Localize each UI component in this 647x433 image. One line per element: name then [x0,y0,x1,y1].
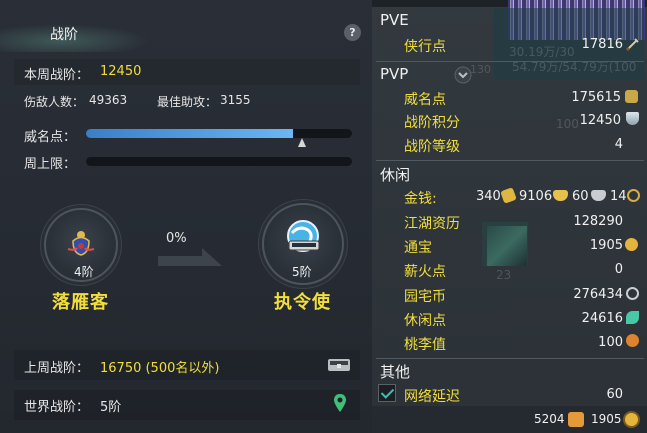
next-rank-level: 5阶 [292,265,312,279]
tongbao-label: 通宝 [404,240,432,256]
tongbao-coin-icon [623,411,640,428]
leaf-icon [626,311,639,324]
assist-label: 最佳助攻： [157,95,218,109]
current-rank-name: 落雁客 [52,292,109,313]
prestige-progress-fill [86,129,294,138]
next-rank-name: 执令使 [274,292,331,313]
footer-right-value: 1905 [591,412,622,426]
assist-value: 3155 [220,93,251,107]
world-rank-label: 世界战阶： [24,400,90,415]
coin-icon [627,189,640,202]
token-hand-icon [568,412,584,427]
prestige-points-value: 175615 [571,90,621,105]
rank-score-value: 12450 [579,113,621,128]
money-gold: 9106 [519,189,553,204]
rank-score-label: 战阶积分 [404,115,460,131]
currency-tooltip-panel: PVE 30.19万/30 54.79万/54.79万(100 侠行点 1781… [372,0,647,433]
promotion-arrow-icon [158,248,222,266]
kills-label: 伤敌人数： [24,95,85,109]
prestige-cap-marker [298,138,306,147]
kills-value: 49363 [89,93,128,107]
weekly-cap-bar [86,157,352,166]
footer-left-value: 5204 [534,412,565,426]
current-rank-level: 4阶 [74,265,94,279]
this-week-label: 本周战阶： [24,68,90,83]
pve-section-title: PVE [380,11,409,29]
rank-level-label: 战阶等级 [404,139,460,155]
gold-ingot-icon [500,187,517,204]
homestead-coin-label: 园宅币 [404,289,446,305]
last-week-label: 上周战阶： [24,361,90,376]
panel-header: 战阶 ? [0,14,372,52]
reputation-value: 128290 [573,214,623,229]
gourd-icon [626,334,639,347]
background-faint-badge: 130 [470,63,491,76]
network-latency-checkbox[interactable] [378,384,396,402]
help-icon[interactable]: ? [344,24,361,41]
divider [376,61,644,62]
ember-points-value: 0 [614,262,623,277]
network-latency-value: 60 [606,387,623,402]
peach-plum-value: 100 [598,335,623,350]
tongbao-value: 1905 [589,238,623,253]
homestead-coin-value: 276434 [573,287,623,302]
leisure-points-value: 24616 [581,311,623,326]
other-section-title: 其他 [380,363,411,381]
rank-level-value: 4 [614,137,623,152]
pve-item-label: 侠行点 [404,39,446,55]
money-label: 金钱: [404,191,437,207]
background-skill-icon-2 [487,226,527,266]
weekly-cap-label: 周上限： [24,157,77,172]
prestige-points-label: 威名点 [404,92,446,108]
prestige-label: 威名点： [24,130,77,145]
panel-title: 战阶 [50,27,78,43]
pve-item-value: 17816 [581,37,623,52]
divider [376,358,644,359]
money-copper: 14 [610,189,627,204]
gold-icon [553,190,568,201]
divider [376,160,644,161]
leisure-section-title: 休闲 [380,166,411,184]
this-week-value: 12450 [100,64,142,79]
location-pin-icon[interactable] [333,393,347,413]
world-rank-value: 5阶 [100,400,122,415]
pvp-section-title: PVP [380,65,409,83]
shield-icon [626,112,639,125]
currency-footer: 5204 1905 [372,406,647,433]
battle-rank-panel: 战阶 ? 本周战阶： 12450 伤敌人数： 49363 最佳助攻： 3155 … [0,0,372,433]
leisure-points-label: 休闲点 [404,313,446,329]
promotion-progress-percent: 0% [166,231,187,246]
prestige-progress-bar [86,129,352,138]
tongbao-coin-icon [625,238,638,251]
ember-points-label: 薪火点 [404,264,446,280]
last-week-value: 16750 (500名以外) [100,361,220,376]
background-faint-text-3: 100 [556,117,579,131]
money-silver: 60 [572,189,589,204]
chest-icon[interactable] [327,356,351,372]
reputation-label: 江湖资历 [404,216,460,232]
prestige-token-icon [625,90,638,103]
silver-icon [591,190,606,201]
peach-plum-value-label: 桃李值 [404,337,446,353]
network-latency-label: 网络延迟 [404,389,460,405]
sword-icon [625,38,639,52]
money-gold-ingot: 340 [476,189,501,204]
background-faint-text-4: 23 [496,268,512,282]
homestead-coin-icon [626,287,639,300]
